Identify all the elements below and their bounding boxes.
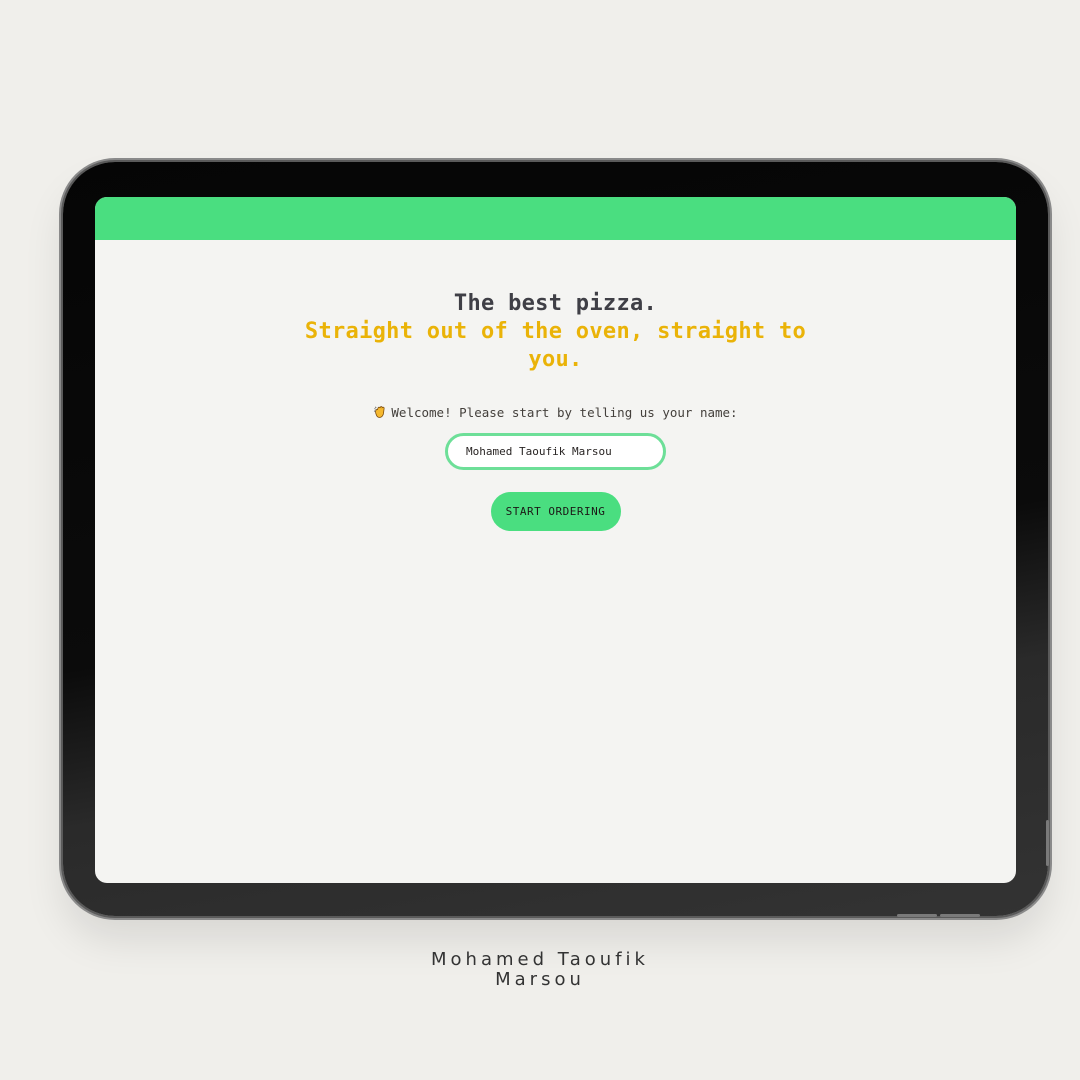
tablet-volume-button — [940, 914, 980, 917]
header-bar — [95, 197, 1016, 240]
caption-line-2: Marsou — [495, 969, 585, 990]
page-title: The best pizza. Straight out of the oven… — [95, 290, 1016, 374]
waving-hand-icon — [373, 405, 387, 419]
title-line-1: The best pizza. — [453, 291, 658, 316]
tablet-frame: The best pizza. Straight out of the oven… — [63, 162, 1048, 916]
tablet-side-button — [1046, 820, 1049, 866]
tablet-volume-button — [897, 914, 937, 917]
welcome-text: Welcome! Please start by telling us your… — [391, 405, 738, 420]
start-ordering-button[interactable]: START ORDERING — [490, 492, 621, 531]
home-content: The best pizza. Straight out of the oven… — [95, 240, 1016, 531]
caption-line-1: Mohamed Taoufik — [431, 949, 649, 970]
app-screen: The best pizza. Straight out of the oven… — [95, 197, 1016, 883]
title-line-2: Straight out of the oven, straight to yo… — [304, 319, 807, 372]
name-input[interactable] — [445, 433, 666, 470]
welcome-message: Welcome! Please start by telling us your… — [95, 404, 1016, 422]
author-caption: Mohamed Taoufik Marsou — [0, 950, 1080, 990]
